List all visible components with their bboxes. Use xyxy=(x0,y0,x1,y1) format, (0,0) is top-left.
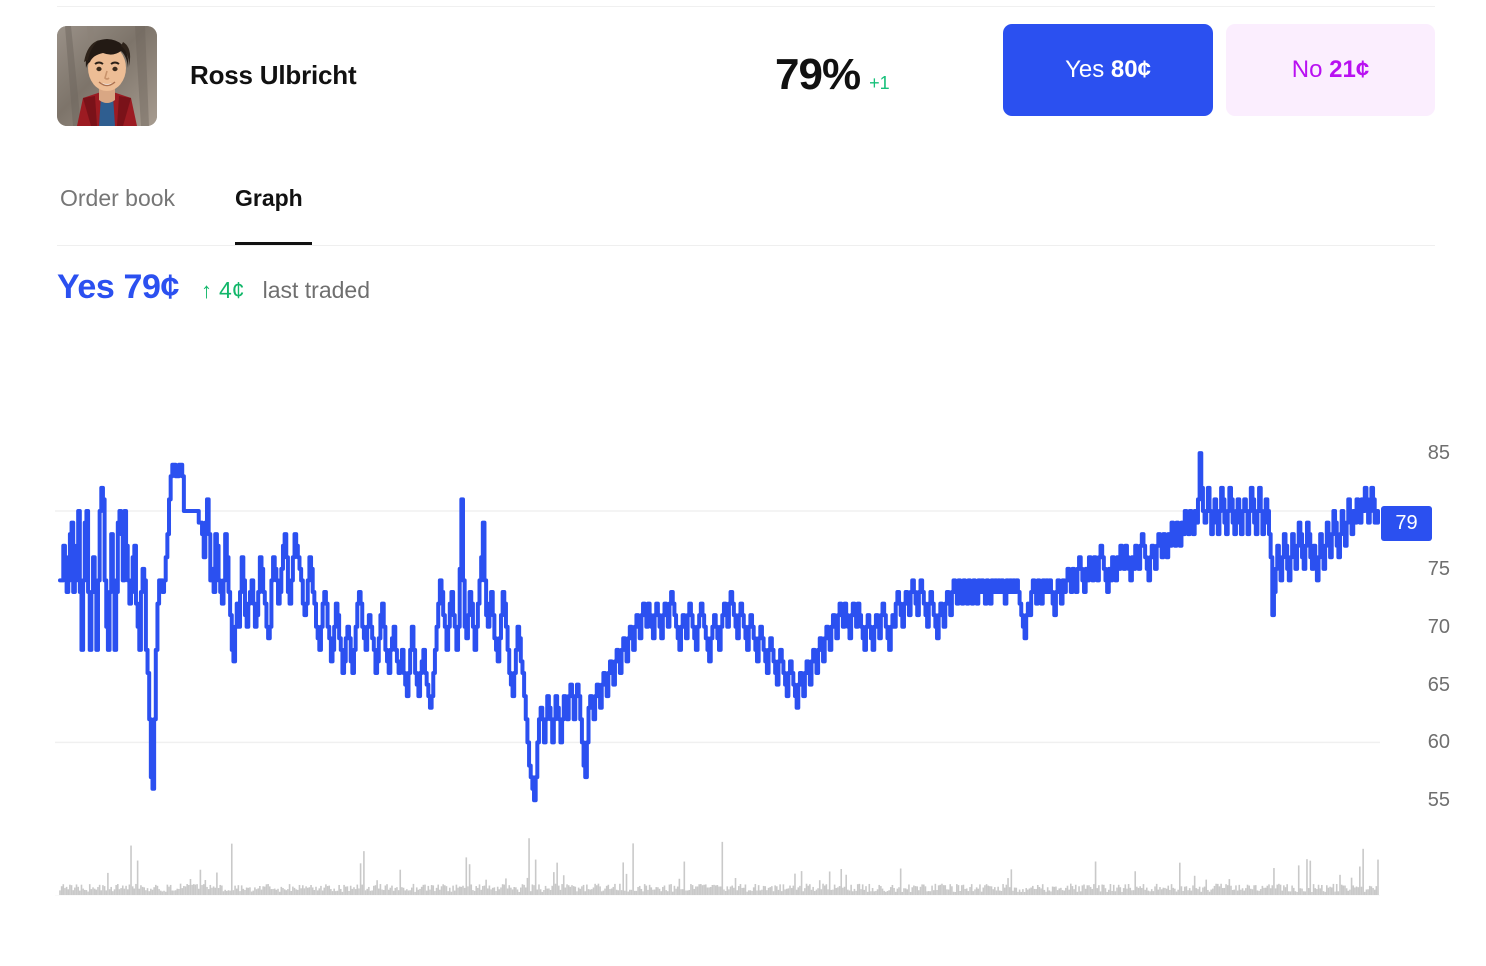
price-line xyxy=(60,453,1378,800)
top-divider xyxy=(57,6,1435,7)
probability-percent: 79% xyxy=(775,50,860,100)
avatar xyxy=(57,26,157,126)
y-axis-tick-label: 65 xyxy=(1428,675,1450,695)
buy-no-prefix: No xyxy=(1292,56,1329,83)
current-price-badge-label: 79 xyxy=(1395,512,1417,535)
y-axis-tick-label: 70 xyxy=(1428,617,1450,637)
price-chart-svg xyxy=(0,360,1486,960)
tab-graph[interactable]: Graph xyxy=(235,180,303,248)
buy-yes-prefix: Yes xyxy=(1065,56,1111,83)
buy-no-price: 21¢ xyxy=(1329,56,1369,83)
arrow-up-icon: ↑ xyxy=(201,278,212,304)
buy-yes-button[interactable]: Yes 80¢ xyxy=(1003,24,1213,116)
volume-bars xyxy=(59,838,1379,895)
price-chart[interactable]: 85797570656055 Nov 9Nov 27Dec 15Jan 1Jan… xyxy=(0,360,1486,960)
probability-delta: +1 xyxy=(869,73,890,94)
market-tabs: Order book Graph xyxy=(57,180,1435,248)
y-axis-tick-label: 60 xyxy=(1428,732,1450,752)
buy-no-button[interactable]: No 21¢ xyxy=(1226,24,1435,116)
current-price-badge: 79 xyxy=(1381,506,1432,541)
market-title: Ross Ulbricht xyxy=(190,60,356,91)
last-traded-row: Yes 79¢ ↑ 4¢ last traded xyxy=(57,268,370,307)
buy-no-label: No 21¢ xyxy=(1292,56,1369,84)
last-traded-price: Yes 79¢ xyxy=(57,268,179,307)
probability-display: 79% +1 xyxy=(775,50,890,100)
last-traded-note: last traded xyxy=(263,277,370,304)
tab-order-book[interactable]: Order book xyxy=(60,180,175,248)
market-header: Ross Ulbricht 79% +1 Yes 80¢ No 21¢ xyxy=(57,22,1435,128)
market-graph-page: Ross Ulbricht 79% +1 Yes 80¢ No 21¢ Orde… xyxy=(0,0,1486,966)
tabs-divider xyxy=(57,245,1435,246)
buy-yes-price: 80¢ xyxy=(1111,56,1151,83)
y-axis-tick-label: 85 xyxy=(1428,443,1450,463)
y-axis-tick-label: 75 xyxy=(1428,559,1450,579)
y-axis-tick-label: 55 xyxy=(1428,790,1450,810)
last-traded-change: 4¢ xyxy=(219,277,245,304)
buy-yes-label: Yes 80¢ xyxy=(1065,56,1151,84)
